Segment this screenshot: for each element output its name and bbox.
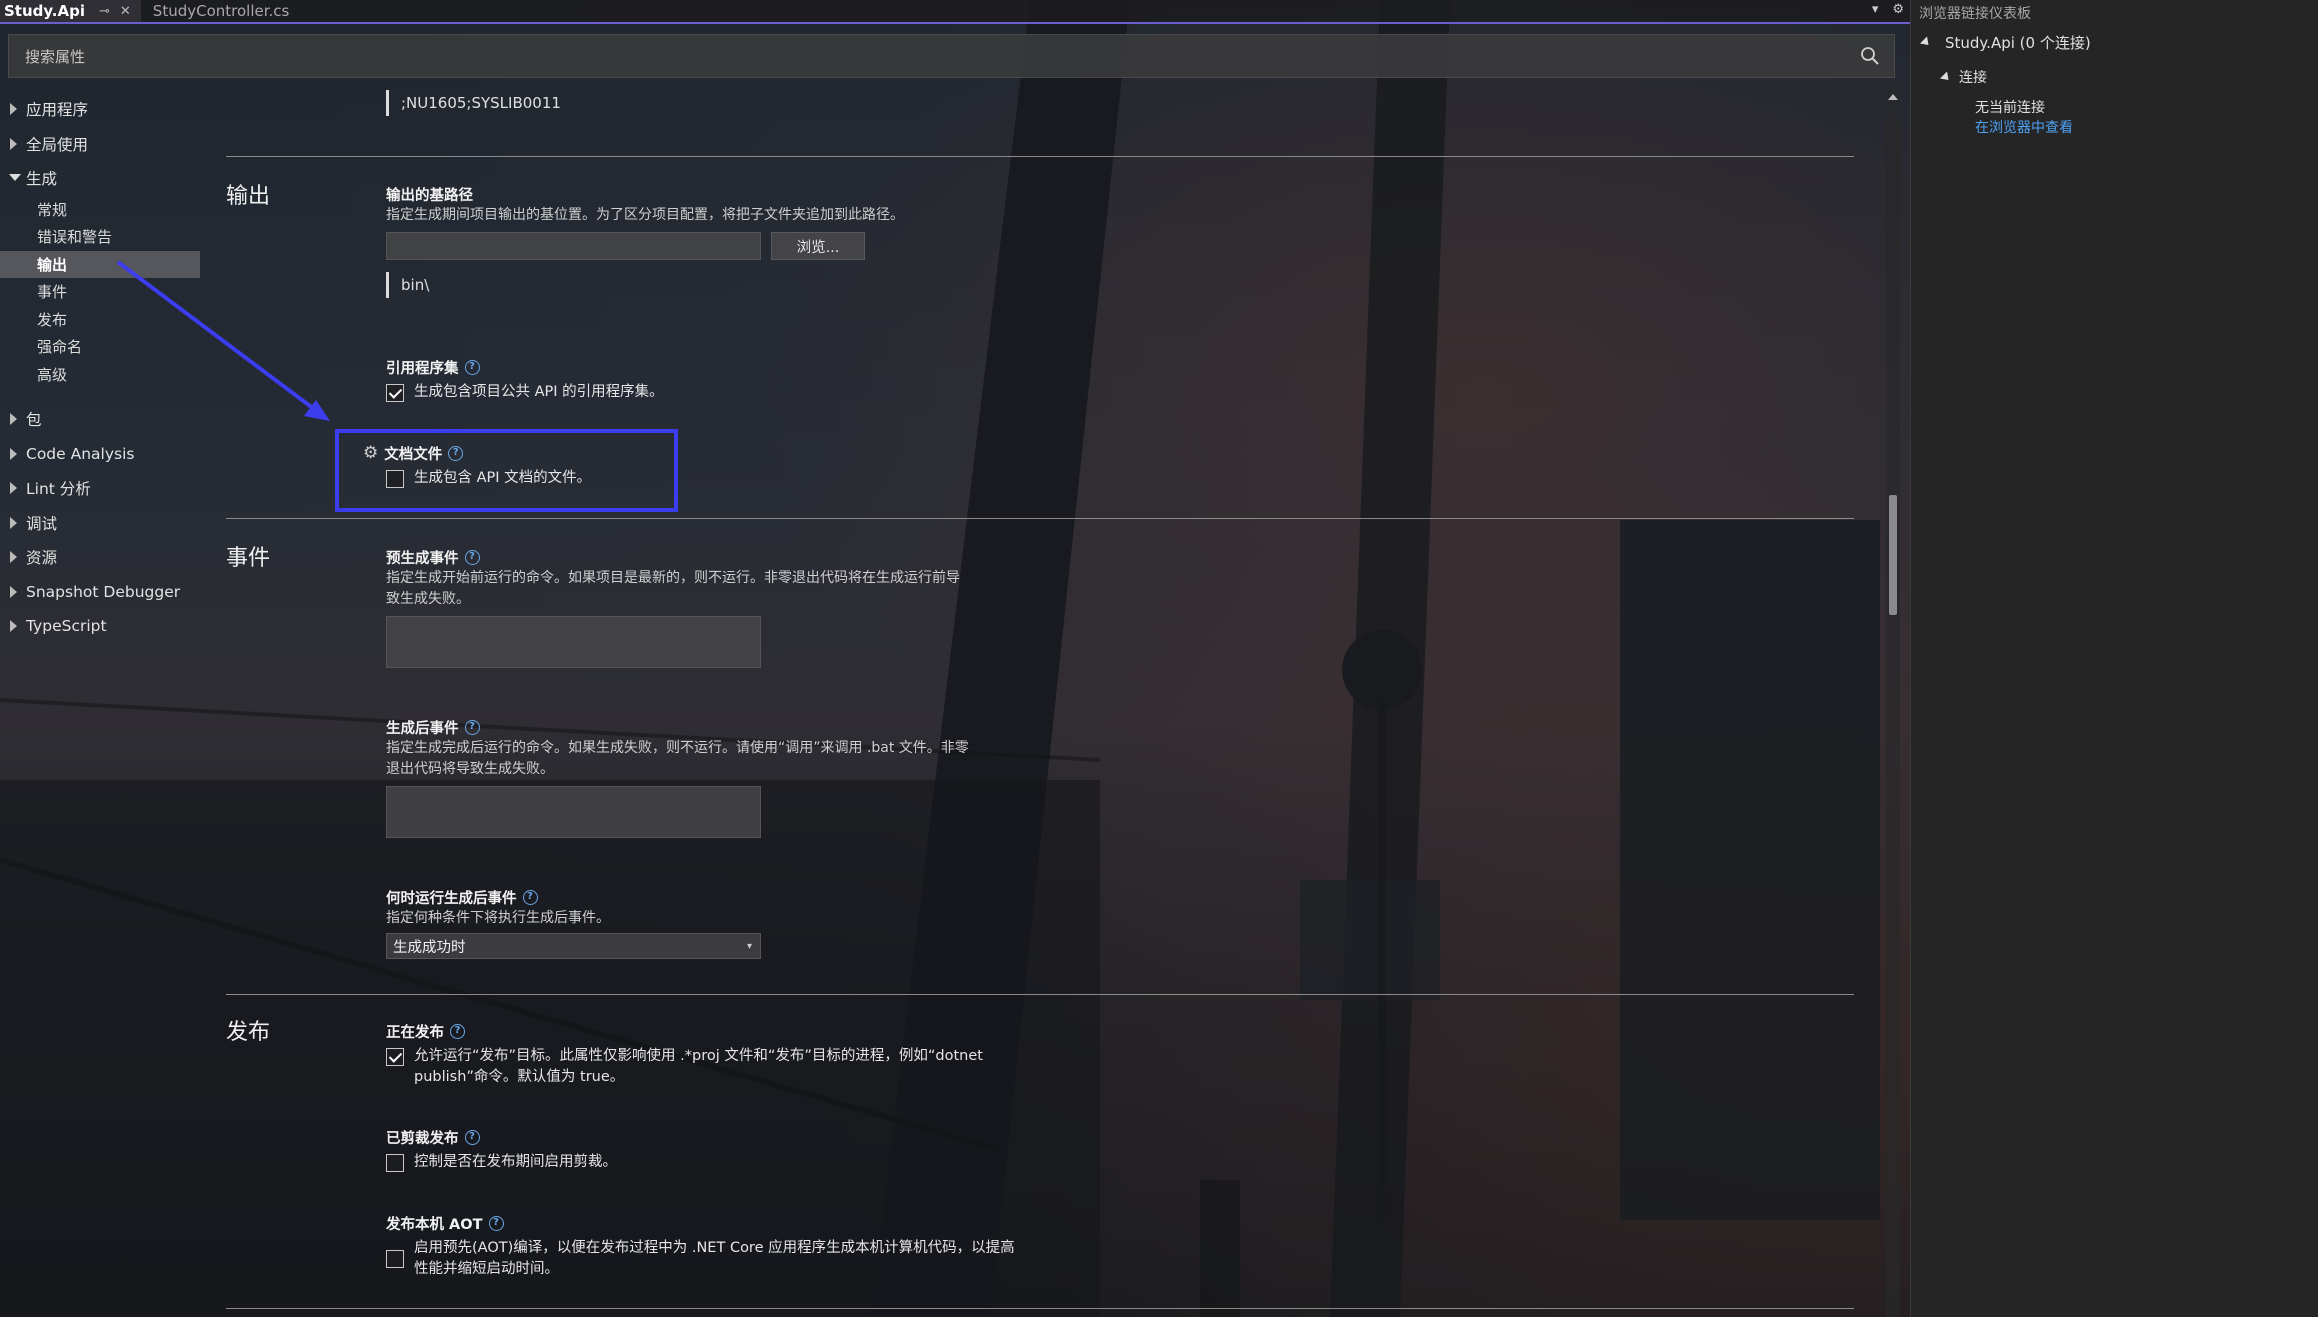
nav-item-code-analysis[interactable]: Code Analysis — [0, 437, 200, 472]
browse-button[interactable]: 浏览... — [771, 232, 865, 260]
tree-item-project[interactable]: Study.Api (0 个连接) — [1919, 32, 2091, 53]
nav-label: TypeScript — [26, 617, 107, 636]
prop-title: 何时运行生成后事件 — [386, 890, 517, 907]
nav-label: 资源 — [26, 549, 58, 568]
prop-desc: 致生成失败。 — [386, 591, 470, 607]
section-divider — [226, 994, 1854, 995]
prop-desc: 退出代码将导致生成失败。 — [386, 761, 554, 777]
expand-caret-icon[interactable] — [10, 551, 17, 563]
scroll-up-arrow-icon[interactable] — [1888, 94, 1898, 100]
prop-title: 生成后事件 — [386, 720, 459, 737]
prop-trimmed-publish: 已剪裁发布? 控制是否在发布期间启用剪裁。 — [386, 1126, 1246, 1173]
search-icon[interactable] — [1860, 46, 1880, 66]
panel-title: 浏览器链接仪表板 — [1919, 6, 2031, 22]
help-icon[interactable]: ? — [450, 1023, 465, 1039]
checkbox-label: publish”命令。默认值为 true。 — [414, 1069, 625, 1085]
native-aot-checkbox[interactable] — [386, 1250, 404, 1268]
prop-desc: 指定生成开始前运行的命令。如果项目是最新的，则不运行。非零退出代码将在生成运行前… — [386, 570, 960, 586]
browser-link-dashboard-panel: 浏览器链接仪表板 Study.Api (0 个连接) 连接 无当前连接 在浏览器… — [1910, 0, 2318, 1317]
section-divider — [226, 156, 1854, 157]
help-icon[interactable]: ? — [464, 359, 480, 375]
help-icon[interactable]: ? — [522, 889, 538, 905]
nav-item-typescript[interactable]: TypeScript — [0, 609, 200, 644]
chevron-down-icon: ▾ — [746, 940, 752, 952]
prop-title: 正在发布 — [386, 1024, 444, 1041]
section-divider — [226, 518, 1854, 519]
section-divider — [226, 1308, 1854, 1309]
collapse-caret-icon[interactable] — [1939, 70, 1953, 84]
annotation-arrow — [116, 260, 330, 421]
tree-item-connections[interactable]: 连接 — [1939, 67, 1987, 87]
nav-label: Lint 分析 — [26, 480, 91, 499]
nav-item-lint[interactable]: Lint 分析 — [0, 471, 200, 506]
checkbox-label: 允许运行“发布”目标。此属性仅影响使用 .*proj 文件和“发布”目标的进程，… — [414, 1048, 983, 1064]
run-post-build-dropdown[interactable]: 生成成功时 ▾ — [386, 933, 761, 959]
nav-item-snapshot-debugger[interactable]: Snapshot Debugger — [0, 575, 200, 610]
base-path-value-text: bin\ — [401, 276, 430, 294]
tree-item-label: 连接 — [1959, 70, 1987, 86]
nav-label: Code Analysis — [26, 444, 135, 463]
nav-item-resources[interactable]: 资源 — [0, 540, 200, 575]
checkbox-label: 控制是否在发布期间启用剪裁。 — [414, 1154, 617, 1170]
checkbox-label: 性能并缩短启动时间。 — [414, 1261, 559, 1277]
checkbox-label: 启用预先(AOT)编译，以便在发布过程中为 .NET Core 应用程序生成本机… — [414, 1240, 1015, 1256]
expand-caret-icon[interactable] — [10, 585, 17, 598]
help-icon[interactable]: ? — [464, 1129, 480, 1145]
view-in-browser-link[interactable]: 在浏览器中查看 — [1975, 117, 2073, 137]
suppress-warnings-text: ;NU1605;SYSLIB0011 — [401, 94, 561, 112]
publishing-checkbox[interactable] — [386, 1048, 404, 1066]
settings-gear-icon[interactable]: ⚙ — [1892, 2, 1904, 17]
property-content-pane: ;NU1605;SYSLIB0011 输出 输出的基路径 指定生成期间项目输出的… — [226, 86, 1854, 1317]
prop-title: 发布本机 AOT — [386, 1216, 483, 1233]
prop-desc: 指定生成期间项目输出的基位置。为了区分项目配置，将把子文件夹追加到此路径。 — [386, 207, 904, 223]
prop-title: 预生成事件 — [386, 550, 459, 567]
prop-desc: 指定生成完成后运行的命令。如果生成失败，则不运行。请使用“调用”来调用 .bat… — [386, 740, 969, 756]
expand-caret-icon[interactable] — [10, 482, 17, 494]
dropdown-value: 生成成功时 — [393, 939, 466, 956]
prop-reference-assembly: 引用程序集? 生成包含项目公共 API 的引用程序集。 — [386, 356, 1246, 403]
scrollbar-thumb[interactable] — [1889, 495, 1897, 615]
prop-desc: 指定何种条件下将执行生成后事件。 — [386, 910, 610, 926]
help-icon[interactable]: ? — [488, 1215, 504, 1231]
prop-publishing: 正在发布? 允许运行“发布”目标。此属性仅影响使用 .*proj 文件和“发布”… — [386, 1020, 1246, 1088]
checkbox-label: 生成包含项目公共 API 的引用程序集。 — [414, 384, 664, 400]
prop-run-post-build-event: 何时运行生成后事件? 指定何种条件下将执行生成后事件。 生成成功时 ▾ — [386, 886, 1246, 959]
prop-native-aot: 发布本机 AOT? 启用预先(AOT)编译，以便在发布过程中为 .NET Cor… — [386, 1212, 1246, 1280]
nav-item-debug[interactable]: 调试 — [0, 506, 200, 541]
no-connection-text: 无当前连接 — [1975, 100, 2045, 116]
pre-build-event-input[interactable] — [386, 616, 761, 668]
expand-caret-icon[interactable] — [10, 620, 17, 632]
post-build-event-input[interactable] — [386, 786, 761, 838]
trimmed-publish-checkbox[interactable] — [386, 1154, 404, 1172]
nav-label: 调试 — [26, 514, 58, 533]
prop-pre-build-event: 预生成事件? 指定生成开始前运行的命令。如果项目是最新的，则不运行。非零退出代码… — [386, 546, 1246, 668]
prop-title: 已剪裁发布 — [386, 1130, 459, 1147]
prop-output-base-path: 输出的基路径 指定生成期间项目输出的基位置。为了区分项目配置，将把子文件夹追加到… — [386, 183, 1246, 298]
expand-caret-icon[interactable] — [10, 447, 17, 460]
base-path-input[interactable] — [386, 232, 761, 260]
section-title-events: 事件 — [226, 546, 271, 571]
annotation-highlight-box — [335, 429, 678, 512]
collapse-caret-icon[interactable] — [1919, 36, 1933, 49]
base-path-value: bin\ — [386, 272, 1246, 298]
help-icon[interactable]: ? — [464, 719, 480, 735]
tab-overflow-dropdown-icon[interactable]: ▾ — [1872, 2, 1879, 17]
expand-caret-icon[interactable] — [10, 516, 17, 529]
tree-item-label: Study.Api (0 个连接) — [1945, 34, 2091, 52]
nav-label: Snapshot Debugger — [26, 582, 181, 601]
section-title-publish: 发布 — [226, 1020, 271, 1045]
content-scrollbar[interactable] — [1886, 90, 1900, 1317]
suppress-warnings-value: ;NU1605;SYSLIB0011 — [386, 90, 1246, 116]
help-icon[interactable]: ? — [464, 549, 480, 565]
prop-post-build-event: 生成后事件? 指定生成完成后运行的命令。如果生成失败，则不运行。请使用“调用”来… — [386, 716, 1246, 838]
